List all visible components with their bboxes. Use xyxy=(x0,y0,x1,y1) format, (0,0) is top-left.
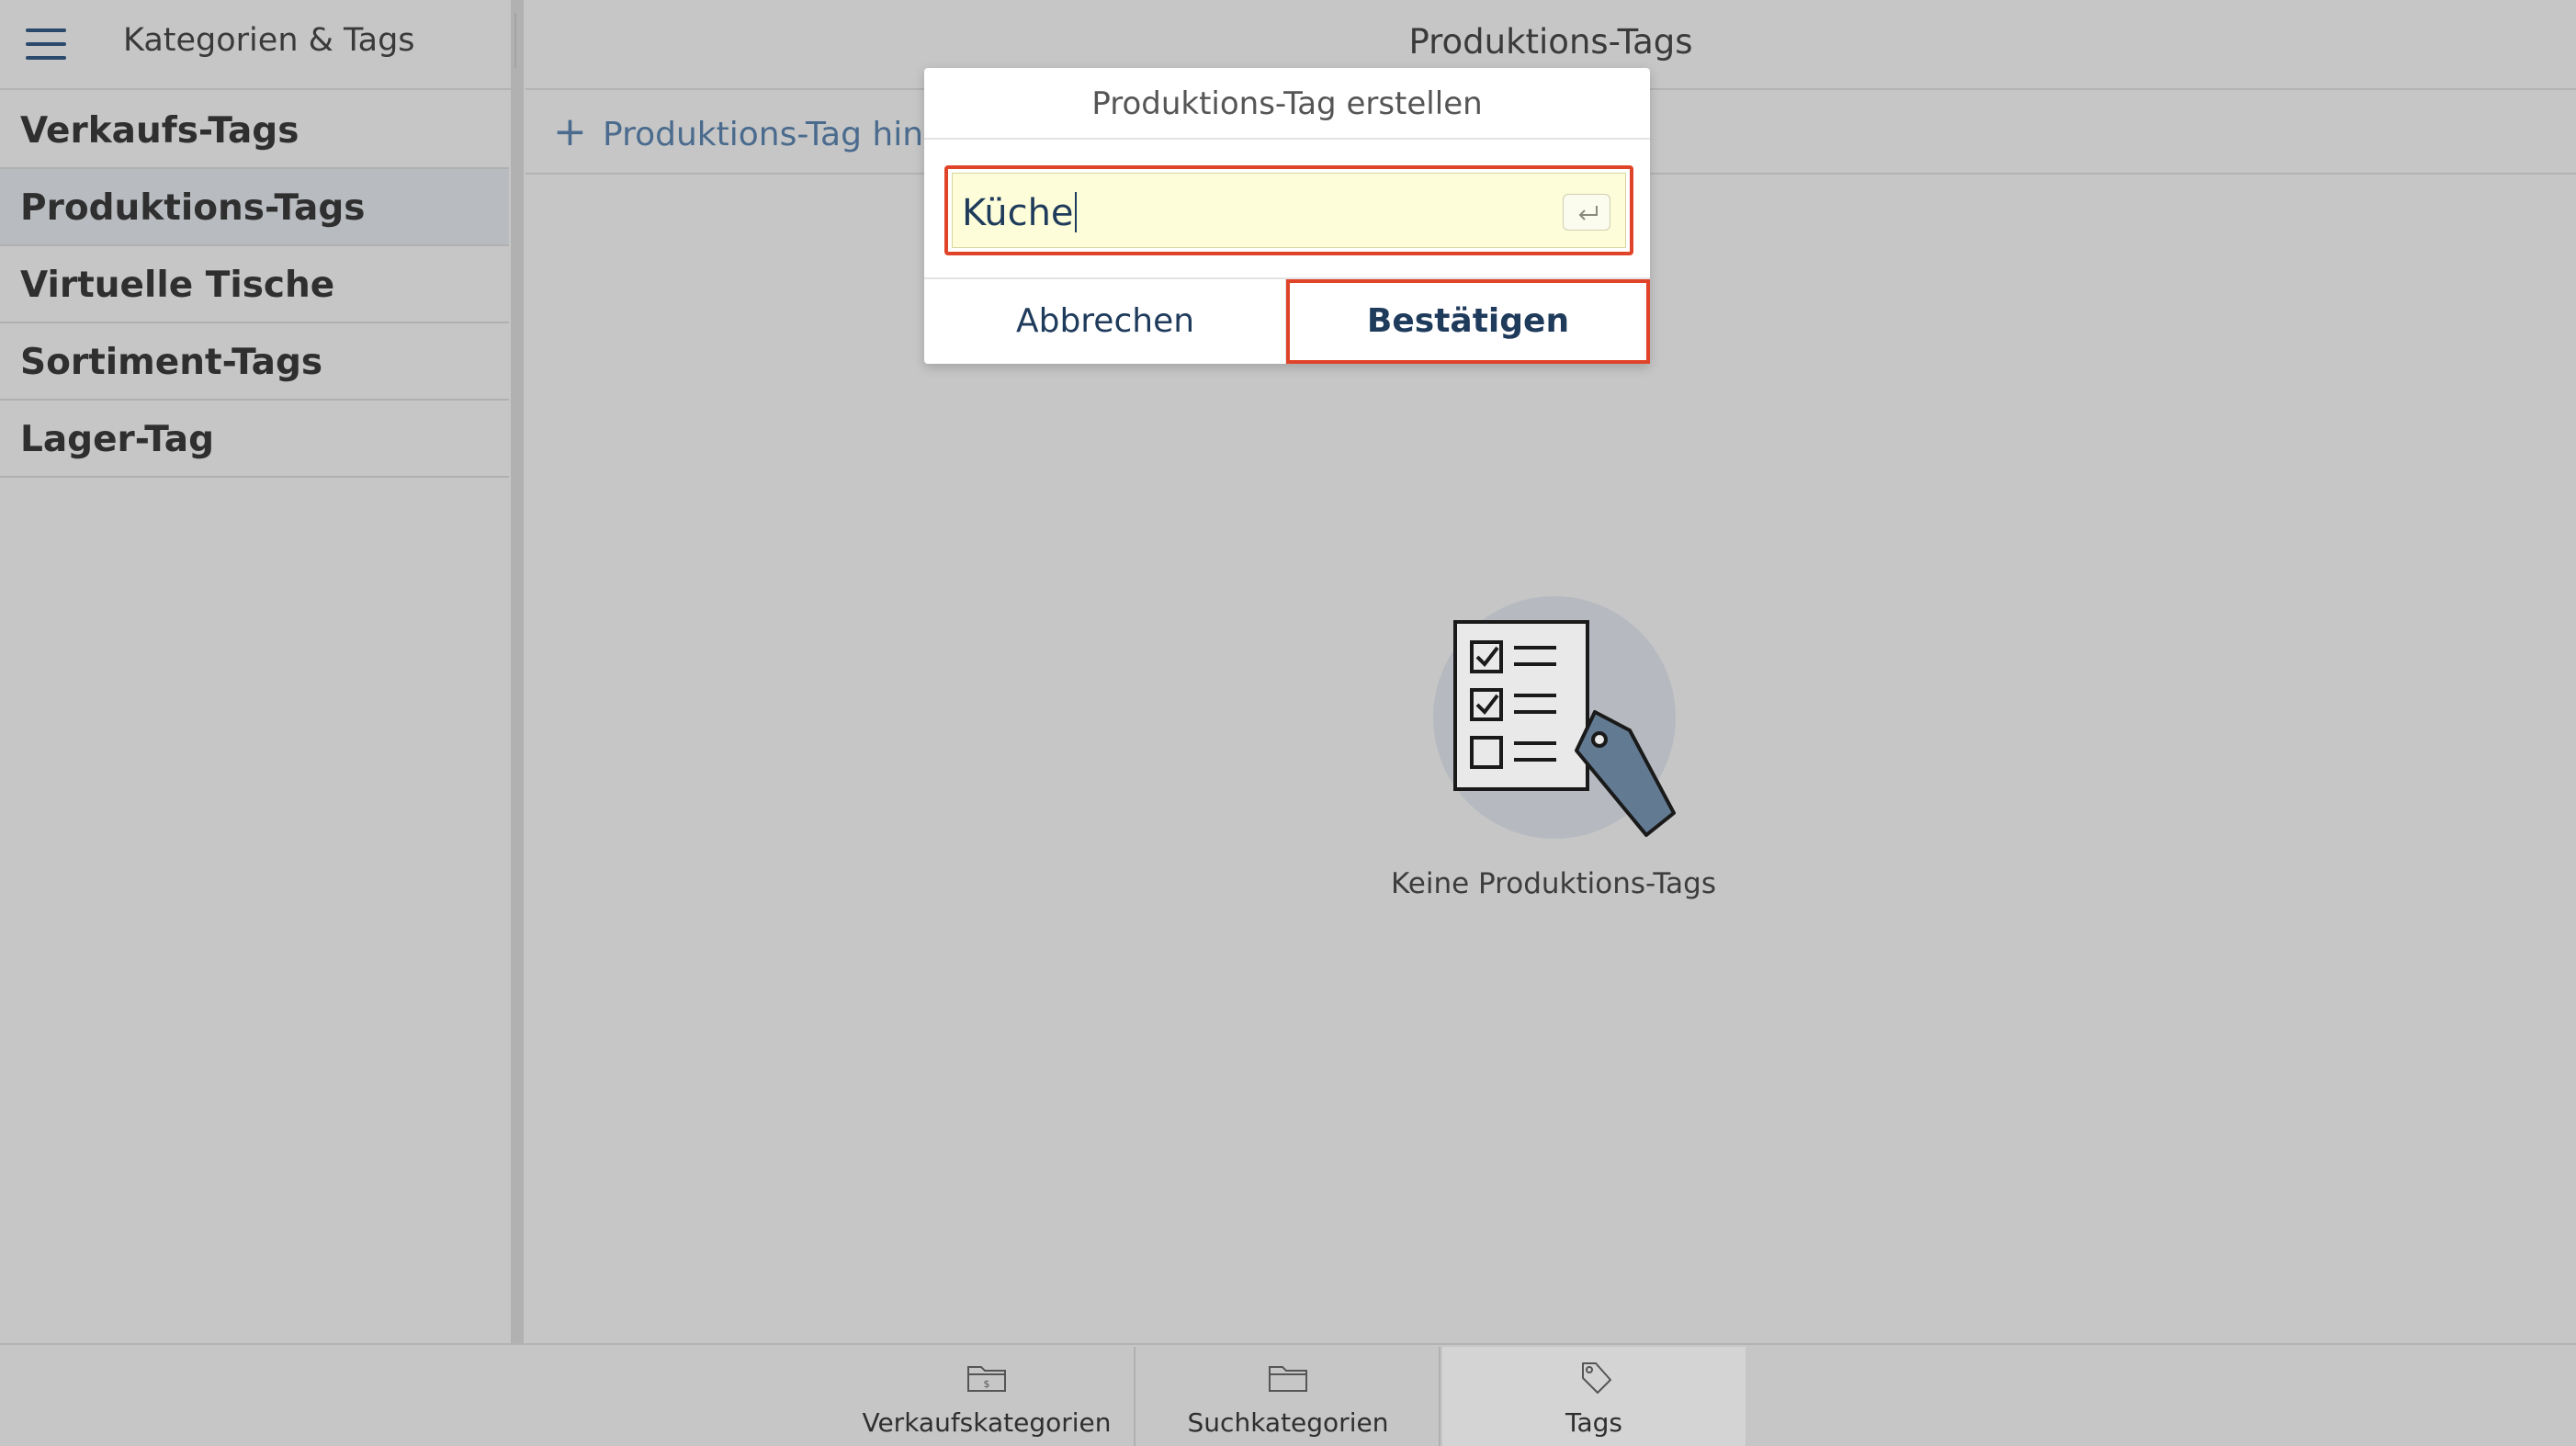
add-production-tag-label: Produktions-Tag hinzu xyxy=(603,116,962,153)
sidebar-item-virtuelle-tische[interactable]: Virtuelle Tische xyxy=(0,246,509,323)
sidebar-item-label: Virtuelle Tische xyxy=(20,265,335,306)
tab-label: Verkaufskategorien xyxy=(862,1407,1112,1438)
sidebar-item-label: Verkaufs-Tags xyxy=(20,110,299,152)
tag-name-input[interactable]: Küche xyxy=(952,173,1626,248)
left-panel-title: Kategorien & Tags xyxy=(123,22,415,59)
plus-icon: + xyxy=(553,108,587,155)
return-key-icon[interactable] xyxy=(1563,194,1610,231)
tab-suchkategorien[interactable]: Suchkategorien xyxy=(1137,1347,1441,1446)
category-list: Verkaufs-Tags Produktions-Tags Virtuelle… xyxy=(0,92,509,478)
tab-label: Tags xyxy=(1565,1407,1622,1438)
sidebar-item-produktions-tags[interactable]: Produktions-Tags xyxy=(0,169,509,246)
dialog-title: Produktions-Tag erstellen xyxy=(924,68,1650,140)
hamburger-menu-icon[interactable] xyxy=(26,28,66,62)
cancel-button[interactable]: Abbrechen xyxy=(924,279,1286,364)
folder-dollar-icon: $ xyxy=(963,1360,1011,1396)
folder-icon xyxy=(1264,1360,1312,1396)
sidebar-item-verkaufs-tags[interactable]: Verkaufs-Tags xyxy=(0,92,509,169)
page-title: Produktions-Tags xyxy=(1408,22,1693,62)
panel-resize-handle[interactable] xyxy=(511,0,524,1343)
sidebar-item-label: Produktions-Tags xyxy=(20,187,366,229)
tab-label: Suchkategorien xyxy=(1187,1407,1389,1438)
confirm-button[interactable]: Bestätigen xyxy=(1286,279,1650,364)
text-caret xyxy=(1074,192,1077,232)
sidebar-item-label: Sortiment-Tags xyxy=(20,342,323,383)
sidebar-item-lager-tag[interactable]: Lager-Tag xyxy=(0,401,509,478)
svg-text:$: $ xyxy=(984,1378,990,1390)
tab-tags[interactable]: Tags xyxy=(1442,1347,1746,1446)
tab-verkaufskategorien[interactable]: $ Verkaufskategorien xyxy=(840,1347,1135,1446)
sidebar-item-sortiment-tags[interactable]: Sortiment-Tags xyxy=(0,323,509,401)
input-highlight: Küche xyxy=(944,165,1633,255)
tag-name-value: Küche xyxy=(962,192,1074,234)
sidebar-item-label: Lager-Tag xyxy=(20,419,215,460)
tag-icon xyxy=(1570,1360,1618,1396)
left-panel-header: Kategorien & Tags xyxy=(0,0,511,90)
create-production-tag-dialog: Produktions-Tag erstellen Küche Abbreche… xyxy=(924,68,1650,364)
bottom-tab-bar: $ Verkaufskategorien Suchkategorien Tags xyxy=(0,1343,2576,1446)
checklist-tag-illustration xyxy=(1429,593,1679,842)
empty-state-text: Keine Produktions-Tags xyxy=(1390,867,1716,900)
